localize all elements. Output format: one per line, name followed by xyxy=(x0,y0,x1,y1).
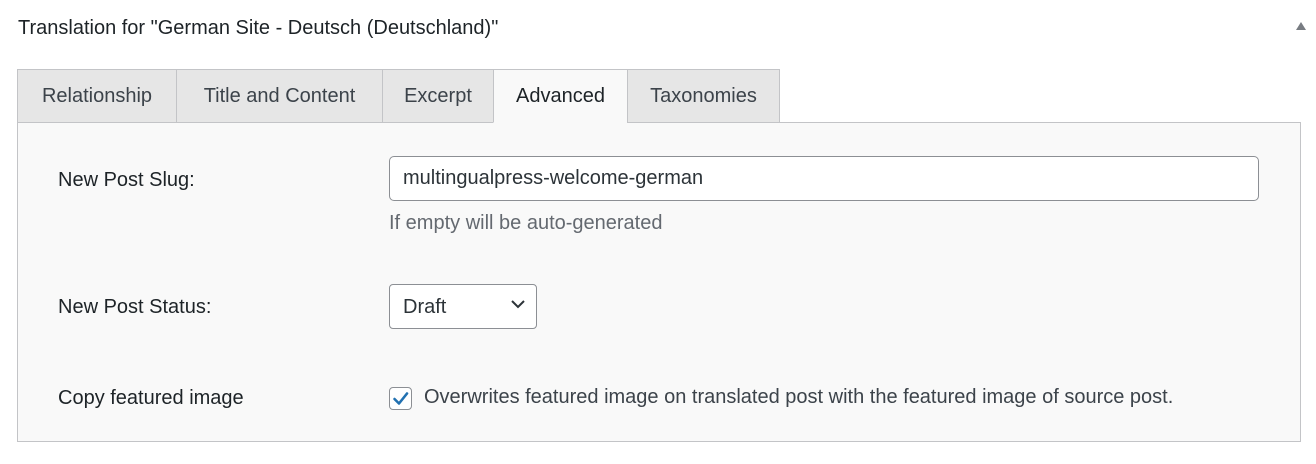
post-status-label: New Post Status: xyxy=(58,296,212,318)
tab-excerpt[interactable]: Excerpt xyxy=(382,69,493,123)
tab-title-and-content[interactable]: Title and Content xyxy=(176,69,382,123)
checkmark-icon xyxy=(393,392,409,405)
arrow-up-icon[interactable] xyxy=(1296,22,1306,30)
tab-taxonomies[interactable]: Taxonomies xyxy=(627,69,780,123)
tab-advanced[interactable]: Advanced xyxy=(493,69,627,123)
tab-relationship[interactable]: Relationship xyxy=(17,69,176,123)
metabox-header: Translation for "German Site - Deutsch (… xyxy=(0,0,1316,58)
chevron-down-icon xyxy=(511,300,525,309)
post-slug-hint: If empty will be auto-generated xyxy=(389,212,663,234)
metabox-title: Translation for "German Site - Deutsch (… xyxy=(18,17,499,39)
copy-featured-image-checkbox[interactable] xyxy=(389,387,412,410)
advanced-panel: New Post Slug: If empty will be auto-gen… xyxy=(17,122,1301,442)
post-status-select[interactable]: Draft xyxy=(389,284,537,329)
post-slug-label: New Post Slug: xyxy=(58,169,195,191)
tab-bar: Relationship Title and Content Excerpt A… xyxy=(17,69,780,123)
copy-featured-image-description: Overwrites featured image on translated … xyxy=(424,386,1174,408)
post-status-value: Draft xyxy=(403,296,447,318)
post-slug-input[interactable] xyxy=(389,156,1259,201)
copy-featured-image-label: Copy featured image xyxy=(58,387,244,409)
